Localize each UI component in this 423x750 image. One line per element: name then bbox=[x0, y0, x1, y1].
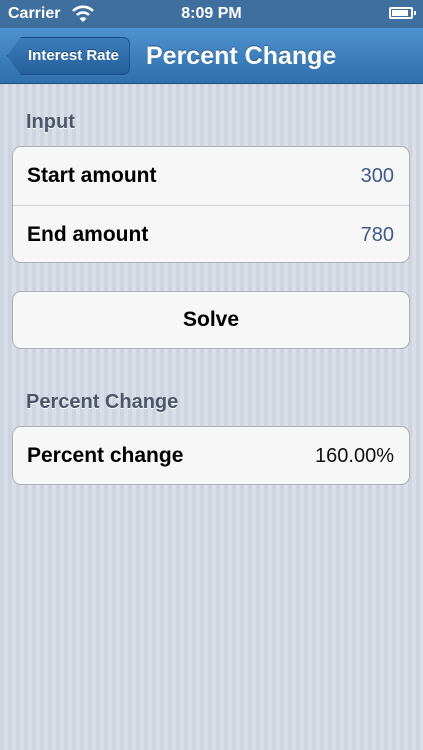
page-title: Percent Change bbox=[146, 42, 337, 70]
result-group: Percent change 160.00% bbox=[12, 426, 410, 485]
start-amount-value[interactable]: 300 bbox=[361, 165, 394, 188]
battery-level bbox=[392, 10, 408, 16]
end-amount-label: End amount bbox=[27, 223, 149, 246]
battery-icon bbox=[389, 7, 416, 19]
status-bar: Carrier 8:09 PM bbox=[0, 0, 423, 28]
back-button[interactable]: Interest Rate bbox=[7, 37, 130, 75]
result-section-header: Percent Change bbox=[26, 391, 179, 413]
input-group: Start amount 300 End amount 780 bbox=[12, 146, 410, 263]
percent-change-label: Percent change bbox=[27, 444, 184, 467]
start-amount-row[interactable]: Start amount 300 bbox=[13, 147, 409, 205]
percent-change-value: 160.00% bbox=[315, 445, 394, 467]
start-amount-label: Start amount bbox=[27, 164, 157, 187]
end-amount-value[interactable]: 780 bbox=[361, 224, 394, 247]
input-section-header: Input bbox=[26, 111, 75, 133]
status-time: 8:09 PM bbox=[181, 5, 242, 22]
end-amount-row[interactable]: End amount 780 bbox=[13, 205, 409, 262]
navigation-bar: Interest Rate Percent Change bbox=[0, 28, 423, 84]
percent-change-row: Percent change 160.00% bbox=[13, 427, 409, 484]
solve-button[interactable]: Solve bbox=[12, 291, 410, 349]
